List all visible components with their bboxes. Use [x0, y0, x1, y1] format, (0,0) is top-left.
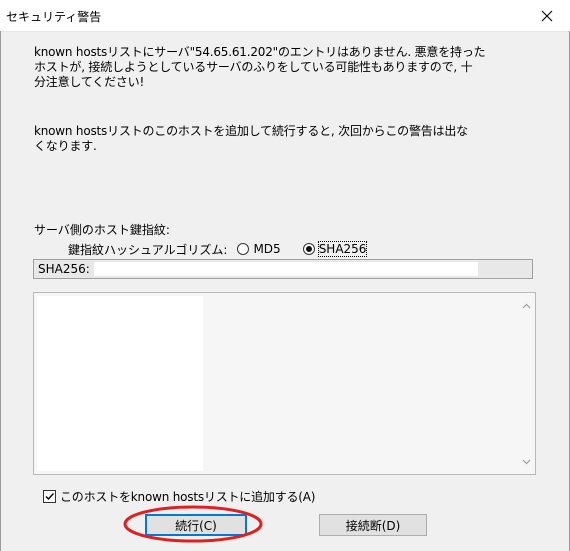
hash-algorithm-row: 鍵指紋ハッシュアルゴリズム: MD5 SHA256: [68, 240, 368, 258]
fingerprint-heading: サーバ側のホスト鍵指紋:: [34, 223, 170, 237]
close-button[interactable]: [524, 0, 570, 31]
randomart-box[interactable]: [33, 292, 536, 475]
add-host-checkbox-label: このホストをknown hostsリストに追加する(A): [60, 490, 316, 504]
radio-md5-label: MD5: [253, 242, 281, 256]
warning-message: known hostsリストにサーバ"54.65.61.202"のエントリはあり…: [34, 45, 486, 89]
scroll-up-icon[interactable]: [522, 303, 531, 309]
continue-button[interactable]: 続行(C): [145, 514, 247, 536]
fingerprint-redacted: [94, 262, 478, 276]
scroll-down-icon[interactable]: [522, 459, 531, 465]
randomart-area: [37, 296, 203, 471]
disconnect-button[interactable]: 接続断(D): [319, 514, 427, 536]
hash-algorithm-label: 鍵指紋ハッシュアルゴリズム:: [68, 242, 228, 257]
radio-sha256-label: SHA256: [317, 241, 368, 257]
add-host-message: known hostsリストのこのホストを追加して続行すると, 次回からこの警告…: [34, 124, 468, 153]
fingerprint-field[interactable]: SHA256:: [33, 259, 533, 279]
close-icon: [541, 10, 553, 21]
add-host-checkbox-row[interactable]: このホストをknown hostsリストに追加する(A): [43, 488, 315, 505]
radio-md5[interactable]: MD5: [237, 242, 281, 256]
window-frame-left: [0, 31, 1, 551]
checkmark-icon: [45, 493, 55, 501]
scrollbar[interactable]: [518, 293, 535, 474]
radio-sha256-circle[interactable]: [302, 243, 315, 255]
add-host-checkbox[interactable]: [43, 490, 56, 503]
title-bar: セキュリティ警告: [0, 0, 570, 32]
radio-md5-circle[interactable]: [237, 243, 250, 255]
window-title: セキュリティ警告: [6, 10, 102, 24]
radio-sha256[interactable]: SHA256: [302, 241, 368, 257]
fingerprint-value: SHA256:: [38, 262, 90, 276]
